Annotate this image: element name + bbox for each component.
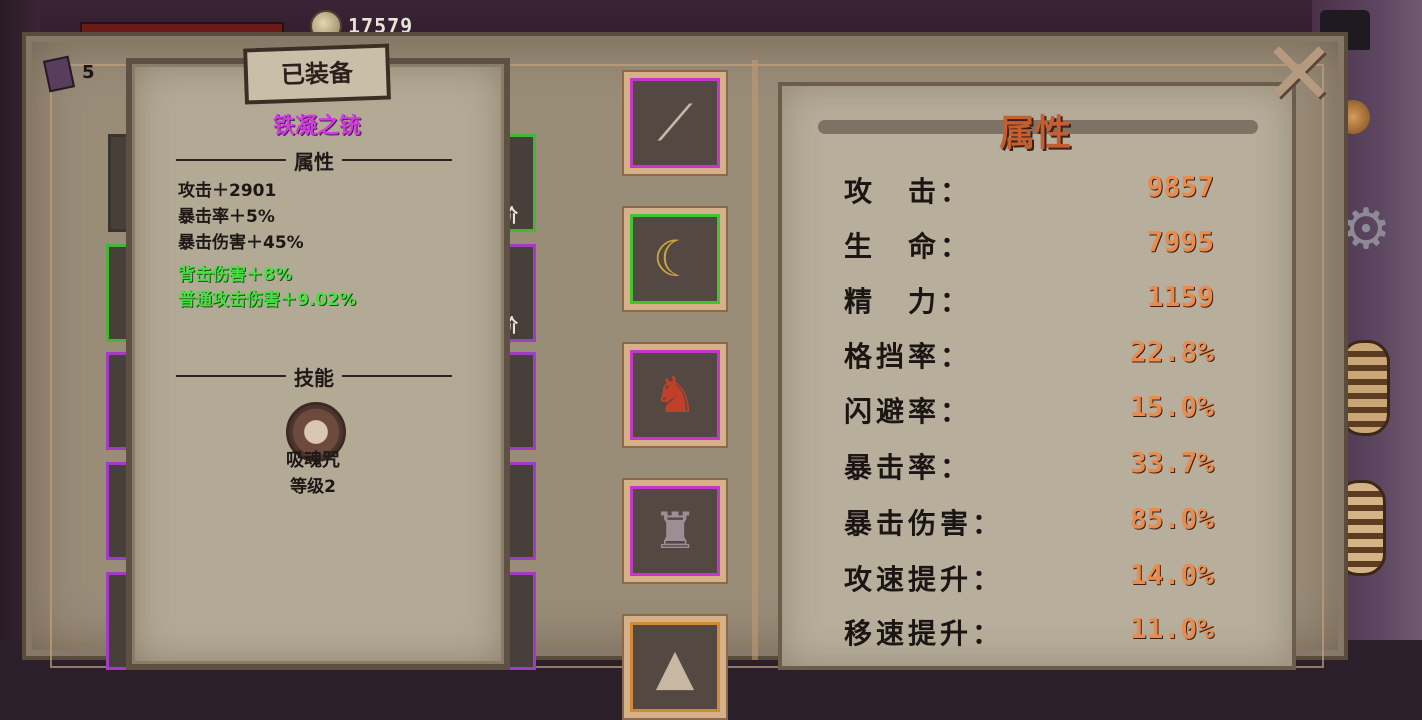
attr-row-block: 格挡率： 22.8% — [844, 335, 1214, 375]
attr-value: 9857 — [1146, 170, 1214, 203]
equipment-slot-body[interactable]: ♜ — [622, 478, 728, 584]
column-divider — [752, 60, 758, 660]
equipment-slot-weapon[interactable]: ⟋ — [622, 70, 728, 176]
skill-level: 等级2 — [290, 477, 336, 497]
attr-label: 格挡率： — [844, 340, 973, 373]
skills-section-header: 技能 — [176, 366, 452, 390]
attr-row-attack-speed: 攻速提升： 14.0% — [844, 558, 1214, 598]
attr-value: 7995 — [1146, 225, 1214, 258]
attr-row-health: 生 命： 7995 — [844, 225, 1214, 265]
attr-label: 闪避率： — [844, 395, 973, 428]
attr-value: 85.0% — [1129, 502, 1214, 535]
item-name: 铁凝之铳 — [272, 114, 361, 139]
boots-icon: ▲ — [655, 638, 695, 696]
attr-label: 暴击率： — [844, 451, 973, 484]
stat-line: 攻击＋2901 — [178, 181, 277, 201]
skills-header-label: 技能 — [294, 365, 334, 390]
attr-value: 14.0% — [1129, 558, 1214, 591]
attr-value: 22.8% — [1129, 335, 1214, 368]
stats-header-label: 属性 — [294, 149, 334, 174]
attributes-title: 属性 — [998, 113, 1071, 154]
equipment-slot-offhand[interactable]: ☾ — [622, 206, 728, 312]
attr-row-attack: 攻 击： 9857 — [844, 170, 1214, 210]
bonus-stat-line: 普通攻击伤害＋9.02% — [178, 290, 356, 310]
feathered-hat-icon: ♞ — [652, 366, 698, 424]
close-button[interactable]: ✕ — [1262, 30, 1336, 118]
attr-label: 生 命： — [844, 230, 973, 263]
stats-section-header: 属性 — [176, 150, 452, 174]
stat-line: 暴击伤害＋45% — [178, 233, 304, 253]
equipped-tab: 已装备 — [243, 43, 391, 105]
attr-value: 33.7% — [1129, 446, 1214, 479]
armor-icon: ♜ — [652, 502, 698, 560]
attr-label: 移速提升： — [844, 617, 1005, 650]
attr-row-dodge: 闪避率： 15.0% — [844, 390, 1214, 430]
musket-icon: ⟋ — [657, 94, 693, 152]
attr-row-crit-rate: 暴击率： 33.7% — [844, 446, 1214, 486]
equipment-slot-feet[interactable]: ▲ — [622, 614, 728, 720]
attr-row-crit-damage: 暴击伤害： 85.0% — [844, 502, 1214, 542]
attr-value: 1159 — [1146, 280, 1214, 313]
attr-row-energy: 精 力： 1159 — [844, 280, 1214, 320]
attr-label: 攻 击： — [844, 175, 973, 208]
crescent-blades-icon: ☾ — [652, 230, 698, 288]
skill-name: 吸魂咒 — [286, 450, 340, 471]
attr-value: 11.0% — [1129, 612, 1214, 645]
attr-label: 精 力： — [844, 285, 973, 318]
attr-row-move-speed: 移速提升： 11.0% — [844, 612, 1214, 652]
stat-line: 暴击率＋5% — [178, 207, 275, 227]
equipment-slot-head[interactable]: ♞ — [622, 342, 728, 448]
bonus-stat-line: 背击伤害＋8% — [178, 265, 292, 285]
attr-value: 15.0% — [1129, 390, 1214, 423]
attr-label: 攻速提升： — [844, 563, 1005, 596]
book-count: 5 — [82, 62, 95, 83]
attr-label: 暴击伤害： — [844, 507, 1005, 540]
